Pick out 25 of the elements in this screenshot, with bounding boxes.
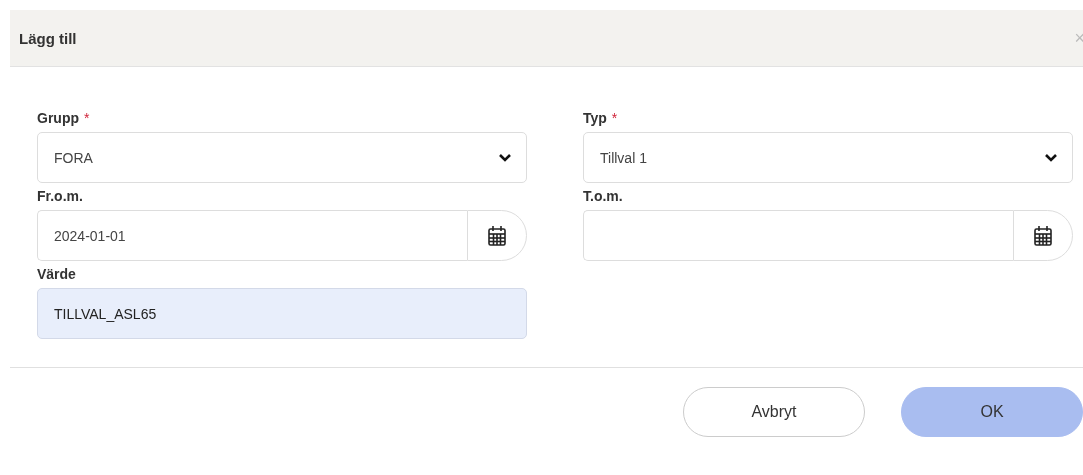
field-label: T.o.m. xyxy=(583,188,623,204)
date-field[interactable]: 2024-01-01 xyxy=(37,210,467,261)
ok-button[interactable]: OK xyxy=(901,387,1083,437)
calendar-button[interactable] xyxy=(467,210,527,261)
chevron-down-icon xyxy=(1044,152,1058,163)
field-label: Värde xyxy=(37,266,76,282)
field-label: Fr.o.m. xyxy=(37,188,83,204)
dialog-title: Lägg till xyxy=(19,29,77,47)
required-marker: * xyxy=(84,110,90,126)
required-marker: * xyxy=(611,110,618,126)
input-field[interactable]: TILLVAL_ASL65 xyxy=(37,288,527,339)
date-field[interactable] xyxy=(583,210,1013,261)
calendar-icon xyxy=(1033,224,1053,247)
field-label: Grupp xyxy=(37,110,79,126)
calendar-icon xyxy=(487,224,507,247)
chevron-down-icon xyxy=(498,152,512,163)
cancel-button[interactable]: Avbryt xyxy=(683,387,865,437)
select-field[interactable]: Tillval 1 xyxy=(583,132,1073,183)
date-value: 2024-01-01 xyxy=(54,227,126,244)
select-value: Tillval 1 xyxy=(600,149,647,166)
input-value: TILLVAL_ASL65 xyxy=(54,305,157,322)
select-value: FORA xyxy=(54,149,93,166)
select-field[interactable]: FORA xyxy=(37,132,527,183)
field-label: Typ xyxy=(583,110,607,126)
calendar-button[interactable] xyxy=(1013,210,1073,261)
